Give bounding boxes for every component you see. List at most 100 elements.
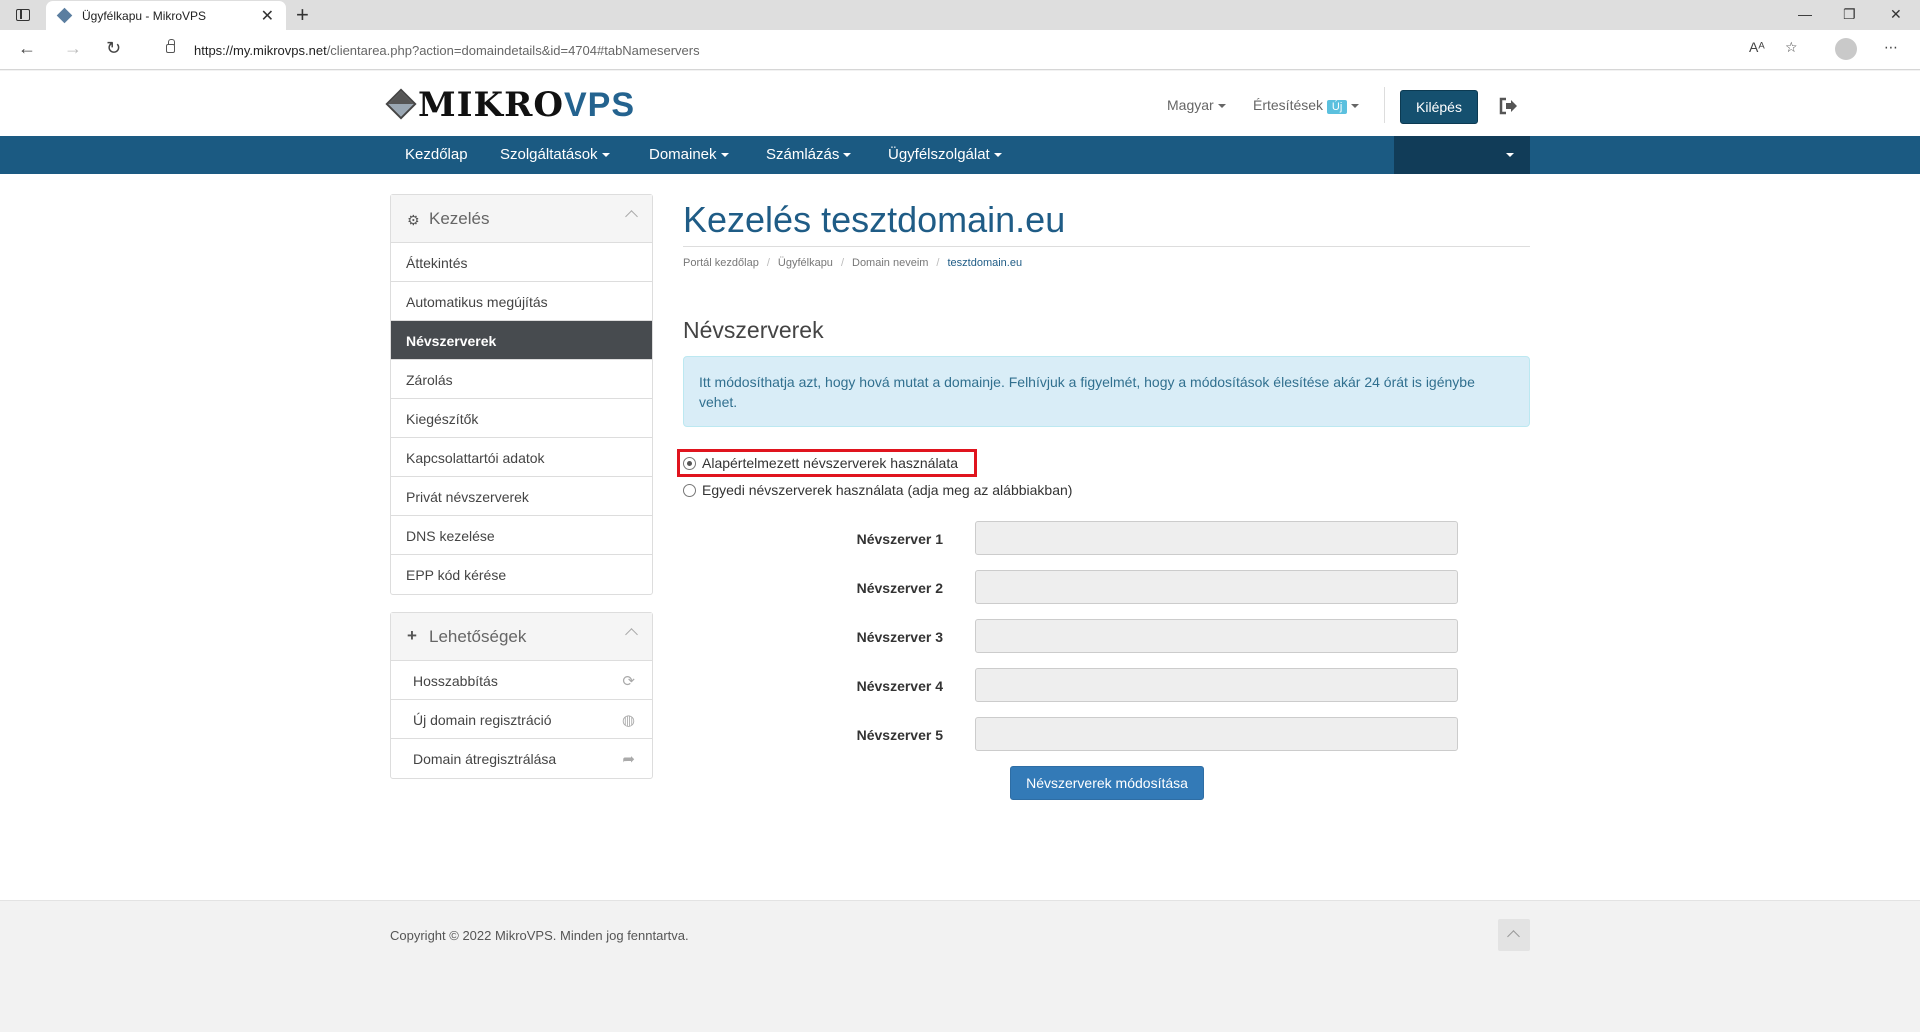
language-dropdown[interactable]: Magyar [1167,97,1226,113]
url-path: /clientarea.php?action=domaindetails&id=… [326,43,700,58]
panel-header-manage[interactable]: ⚙ Kezelés [391,195,652,243]
nameserver-2-input[interactable] [975,570,1458,604]
account-dropdown[interactable] [1394,136,1530,174]
nav-item-label: Szolgáltatások [500,146,598,163]
logo-diamond-icon [385,88,417,120]
language-label: Magyar [1167,97,1214,113]
sidebar-item-label: Privát névszerverek [406,489,529,505]
nav-item-home[interactable]: Kezdőlap [405,146,468,163]
sidebar-item-renew[interactable]: Hosszabbítás ⟳ [391,661,652,700]
sidebar-item-register[interactable]: Új domain regisztráció ◍ [391,700,652,739]
site-footer: Copyright © 2022 MikroVPS. Minden jog fe… [0,900,1920,1032]
breadcrumb-link[interactable]: Portál kezdőlap [683,257,759,269]
minimize-icon[interactable]: — [1798,6,1812,22]
address-bar-row: ← → ↻ https://my.mikrovps.net/clientarea… [0,30,1920,70]
sidebar-item-nameservers[interactable]: Névszerverek [391,321,652,360]
read-aloud-icon[interactable]: Aᴬ [1749,39,1765,55]
logo-text-accent: VPS [563,86,636,124]
back-to-top-button[interactable] [1498,919,1530,951]
nav-item-support[interactable]: Ügyfélszolgálat [888,146,1002,163]
logo-text-main: MIKRO [418,85,564,125]
notifications-badge: Új [1326,100,1348,114]
sidebar-item-label: Kiegészítők [406,411,479,427]
favicon-icon [56,7,73,24]
site-header: MIKROVPS Magyar Értesítések Új Kilépés [0,71,1920,136]
sidebar-item-label: Automatikus megújítás [406,294,548,310]
chevron-up-icon[interactable] [625,210,638,223]
url-field[interactable]: https://my.mikrovps.net/clientarea.php?a… [144,36,1808,64]
exit-icon[interactable] [1498,96,1518,116]
sidebar-item-label: Zárolás [406,372,453,388]
breadcrumb: Portál kezdőlap / Ügyfélkapu / Domain neveim… [683,257,1023,269]
sidebar-item-contacts[interactable]: Kapcsolattartói adatok [391,438,652,477]
sidebar-item-label: Domain átregisztrálása [413,751,557,767]
panel-header-options[interactable]: + Lehetőségek [391,613,652,661]
browser-tab-strip: Ügyfélkapu - MikroVPS ✕ + — ❐ ✕ [0,0,1920,30]
web-page: MIKROVPS Magyar Értesítések Új Kilépés K… [0,71,1920,1032]
nameserver-1-label: Névszerver 1 [856,531,943,547]
nameserver-4-label: Névszerver 4 [856,678,943,694]
favorites-icon[interactable]: ☆ [1785,39,1798,56]
radio-button[interactable] [683,484,696,497]
nameserver-5-label: Névszerver 5 [856,727,943,743]
nameserver-4-input[interactable] [975,668,1458,702]
restore-icon[interactable]: ❐ [1843,6,1856,23]
tab-title: Ügyfélkapu - MikroVPS [82,9,207,23]
nameserver-5-input[interactable] [975,717,1458,751]
sidebar-item-label: Névszerverek [406,333,497,349]
sidebar-item-addons[interactable]: Kiegészítők [391,399,652,438]
page-title: Kezelés tesztdomain.eu [683,199,1066,240]
profile-avatar[interactable] [1835,38,1857,60]
tab-actions-icon[interactable] [16,9,30,21]
sidebar-item-label: Áttekintés [406,255,468,271]
sidebar-item-epp[interactable]: EPP kód kérése [391,555,652,594]
browser-tab[interactable]: Ügyfélkapu - MikroVPS ✕ [46,1,286,30]
chevron-down-icon [1506,153,1514,157]
chevron-down-icon [601,153,610,158]
window-close-icon[interactable]: ✕ [1890,6,1902,23]
change-nameservers-button[interactable]: Névszerverek módosítása [1010,766,1204,800]
chevron-down-icon [1217,104,1226,109]
radio-custom-nameservers[interactable]: Egyedi névszerverek használata (adja meg… [683,482,1072,498]
sidebar-item-lock[interactable]: Zárolás [391,360,652,399]
nav-item-services[interactable]: Szolgáltatások [500,146,610,163]
title-divider [683,246,1530,247]
refresh-icon: ⟳ [622,673,635,690]
chevron-down-icon [1351,104,1360,109]
main-navigation: Kezdőlap Szolgáltatások Domainek Számláz… [0,136,1920,174]
radio-label: Alapértelmezett névszerverek használata [702,455,959,471]
sidebar-item-overview[interactable]: Áttekintés [391,243,652,282]
sidebar-item-dns[interactable]: DNS kezelése [391,516,652,555]
forward-icon[interactable]: → [64,38,82,59]
logout-button[interactable]: Kilépés [1400,90,1478,124]
breadcrumb-link[interactable]: Domain neveim [852,257,928,269]
panel-title: Kezelés [429,209,490,228]
nav-item-label: Domainek [649,146,717,163]
new-tab-icon[interactable]: + [296,2,309,28]
nameserver-1-input[interactable] [975,521,1458,555]
chevron-down-icon [843,153,852,158]
chevron-up-icon[interactable] [625,628,638,641]
sidebar-panel-manage: ⚙ Kezelés Áttekintés Automatikus megújít… [390,194,653,595]
radio-button-selected[interactable] [683,457,696,470]
header-divider [1384,87,1385,123]
nav-item-label: Kezdőlap [405,146,468,163]
breadcrumb-link[interactable]: Ügyfélkapu [778,257,833,269]
sidebar-panel-options: + Lehetőségek Hosszabbítás ⟳ Új domain re… [390,612,653,779]
notifications-dropdown[interactable]: Értesítések Új [1253,97,1360,114]
globe-icon: ◍ [621,712,635,729]
sidebar-item-transfer[interactable]: Domain átregisztrálása ➦ [391,739,652,778]
nameserver-3-input[interactable] [975,619,1458,653]
nav-item-domains[interactable]: Domainek [649,146,729,163]
more-menu-icon[interactable]: ⋯ [1884,39,1898,56]
nav-item-label: Ügyfélszolgálat [888,146,990,163]
sidebar-item-auto-renew[interactable]: Automatikus megújítás [391,282,652,321]
close-tab-icon[interactable]: ✕ [261,6,274,26]
nav-item-billing[interactable]: Számlázás [766,146,852,163]
sidebar-item-label: Hosszabbítás [413,673,498,689]
radio-default-nameservers[interactable]: Alapértelmezett névszerverek használata [683,455,958,471]
reload-icon[interactable]: ↻ [106,38,121,59]
back-icon[interactable]: ← [18,38,36,59]
radio-label: Egyedi névszerverek használata (adja meg… [702,482,1073,498]
sidebar-item-private-ns[interactable]: Privát névszerverek [391,477,652,516]
